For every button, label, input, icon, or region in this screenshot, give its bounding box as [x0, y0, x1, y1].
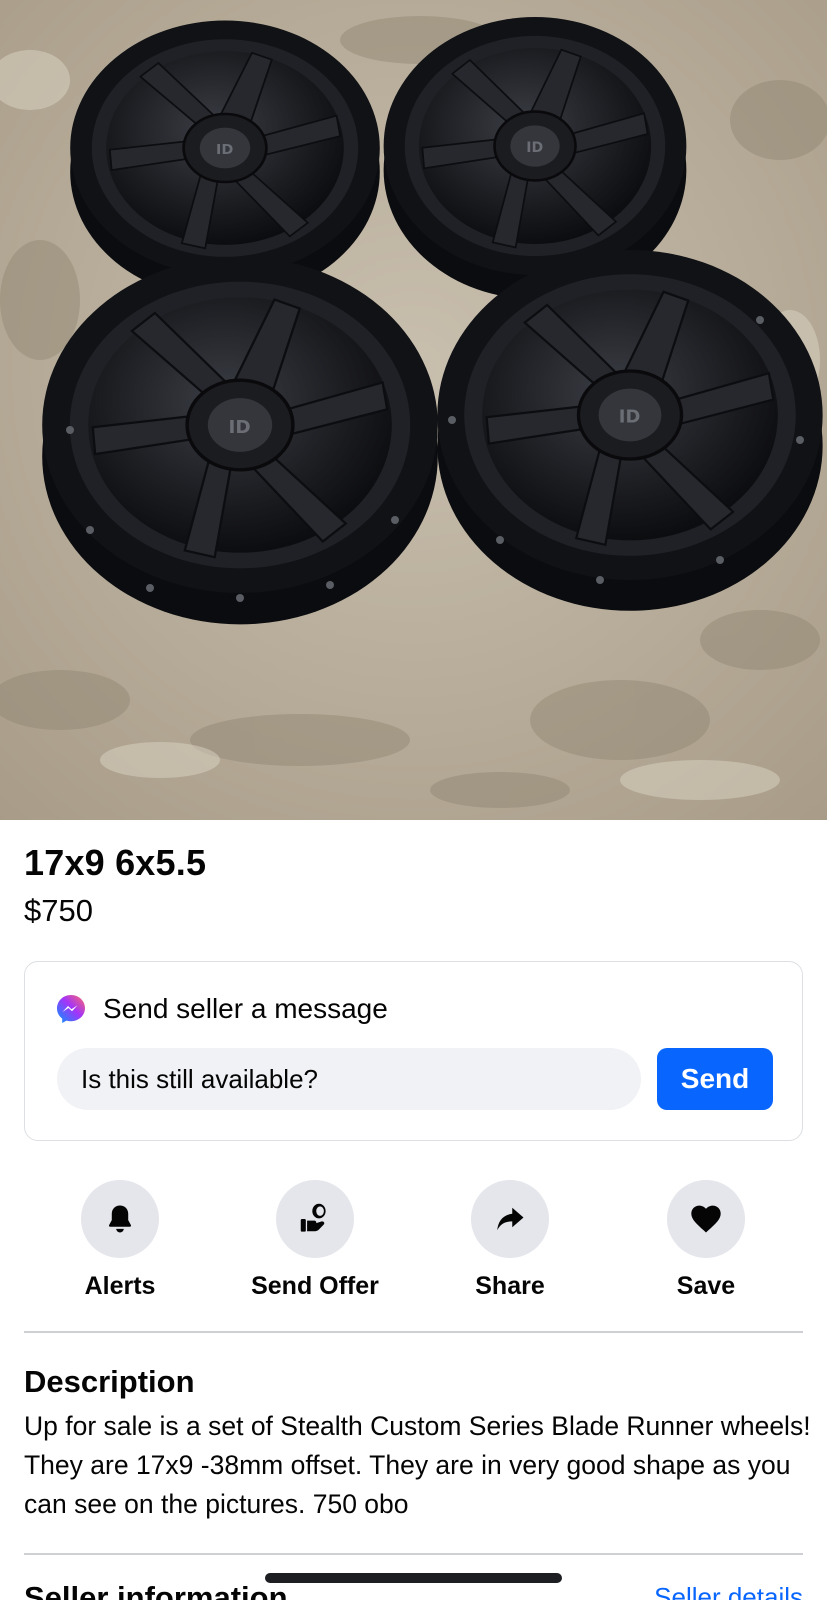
action-bar: Alerts Send Offer Share Save [0, 1180, 827, 1300]
message-input[interactable]: Is this still available? [57, 1048, 641, 1110]
alerts-circle[interactable] [81, 1180, 159, 1258]
listing-photo[interactable]: ID [0, 0, 827, 820]
divider [24, 1331, 803, 1333]
alerts-label: Alerts [84, 1272, 156, 1300]
share-label: Share [475, 1272, 545, 1300]
send-offer-button[interactable]: Send Offer [225, 1180, 405, 1301]
share-circle[interactable] [471, 1180, 549, 1258]
alerts-button[interactable]: Alerts [30, 1180, 210, 1301]
messenger-icon [57, 995, 85, 1023]
save-circle[interactable] [667, 1180, 745, 1258]
divider [24, 1553, 803, 1555]
hand-coin-icon [300, 1203, 326, 1232]
send-button[interactable]: Send [657, 1048, 773, 1110]
description-heading: Description [24, 1364, 195, 1399]
description-body: Up for sale is a set of Stealth Custom S… [24, 1411, 811, 1519]
save-button[interactable]: Save [616, 1180, 796, 1301]
send-message-card: Send seller a message Is this still avai… [24, 961, 803, 1141]
share-arrow-icon [497, 1207, 524, 1231]
listing-price: $750 [24, 893, 93, 928]
save-label: Save [676, 1272, 736, 1300]
send-offer-label: Send Offer [251, 1272, 379, 1300]
home-indicator[interactable] [265, 1573, 562, 1583]
listing-title: 17x9 6x5.5 [24, 842, 207, 883]
seller-details-link[interactable]: Seller details [654, 1582, 803, 1600]
send-offer-circle[interactable] [276, 1180, 354, 1258]
seller-information-heading: Seller information [24, 1580, 288, 1600]
message-card-title: Send seller a message [103, 993, 388, 1024]
message-card-header: Send seller a message [55, 992, 388, 1026]
share-button[interactable]: Share [420, 1180, 600, 1301]
heart-icon [691, 1205, 721, 1233]
bell-icon [108, 1205, 132, 1233]
